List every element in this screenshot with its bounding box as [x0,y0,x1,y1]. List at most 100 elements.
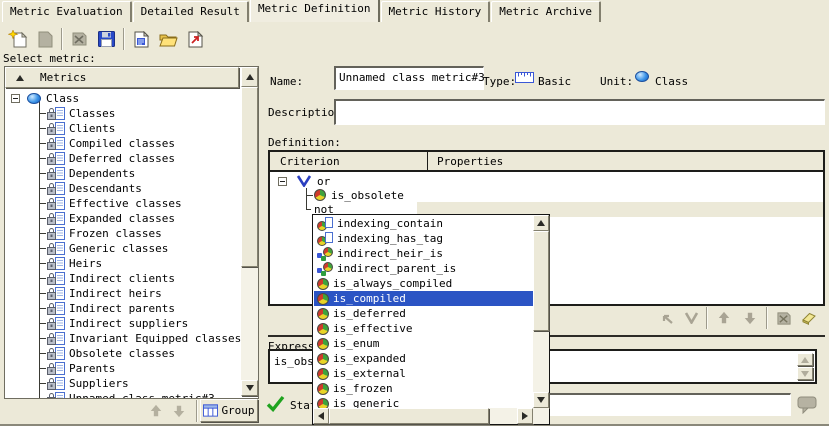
tree-item[interactable]: Invariant Equipped classes [5,331,239,346]
duplicate-metric-icon [37,31,53,48]
tree-item[interactable]: Effective classes [5,196,239,211]
delete-criterion-button[interactable] [771,311,797,326]
tree-item[interactable]: Indirect heirs [5,286,239,301]
dropdown-scroll-down-button[interactable] [533,392,549,408]
tree-item[interactable]: Suppliers [5,376,239,391]
tree-item[interactable]: Descendants [5,181,239,196]
tree-item-label: Parents [69,362,115,375]
dropdown-scroll-left-button[interactable] [313,408,329,424]
description-input[interactable] [334,99,825,125]
dropdown-scrollbar-corner [533,408,549,424]
column-divider[interactable] [427,152,428,170]
dropdown-hscroll-thumb[interactable] [329,408,489,424]
dropdown-item-label: is_enum [333,337,379,350]
collapse-minus-icon[interactable] [278,177,287,186]
metric-lock-doc-icon [47,302,65,315]
move-criterion-down-button[interactable] [737,311,763,325]
tree-item[interactable]: Heirs [5,256,239,271]
tree-item[interactable]: Obsolete classes [5,346,239,361]
export-metric-button[interactable] [182,26,209,52]
metric-lock-doc-icon [47,332,65,345]
tree-vertical-scrollbar[interactable] [241,67,258,396]
metric-lock-doc-icon [47,167,65,180]
pie-icon [317,323,329,335]
tree-header-metrics[interactable]: Metrics [5,67,239,88]
save-metric-button[interactable] [93,26,120,52]
unit-label: Unit: [600,75,633,88]
tree-item[interactable]: Expanded classes [5,211,239,226]
erase-criterion-button[interactable] [797,311,821,325]
open-folder-button[interactable] [155,26,182,52]
tree-scroll-up-button[interactable] [241,67,258,87]
name-input[interactable]: Unnamed class metric#3 [334,66,484,90]
tab-detailed-result[interactable]: Detailed Result [133,1,249,22]
collapse-minus-icon[interactable] [11,94,20,103]
type-value: Basic [538,75,571,88]
tab-metric-evaluation[interactable]: Metric Evaluation [2,1,132,22]
dropdown-item[interactable]: is_deferred [314,306,533,321]
expression-scroll-down-button[interactable] [797,367,813,380]
tab-metric-history[interactable]: Metric History [381,1,491,22]
dropdown-item[interactable]: is_effective [314,321,533,336]
pie-arrows-icon [317,247,333,261]
dropdown-scroll-right-button[interactable] [517,408,533,424]
tree-item[interactable]: Indirect suppliers [5,316,239,331]
tree-item[interactable]: Clients [5,121,239,136]
dropdown-item[interactable]: indexing_contain [314,216,533,231]
delete-doc-icon [776,311,792,326]
dropdown-item[interactable]: indexing_has_tag [314,231,533,246]
tab-metric-archive[interactable]: Metric Archive [491,1,601,22]
tree-item-class[interactable]: Class [5,91,239,106]
move-criterion-up-button[interactable] [711,311,737,325]
criterion-row-is-obsolete[interactable]: is_obsolete [270,188,404,202]
tree-item[interactable]: Frozen classes [5,226,239,241]
tree-item[interactable]: Indirect parents [5,301,239,316]
tree-item[interactable]: Parents [5,361,239,376]
tree-item[interactable]: Indirect clients [5,271,239,286]
tab-metric-definition[interactable]: Metric Definition [250,0,380,22]
dropdown-item[interactable]: is_expanded [314,351,533,366]
dropdown-item-label: indirect_parent_is [337,262,456,275]
definition-label: Definition: [268,136,341,149]
criterion-column-header[interactable]: Criterion [280,155,340,168]
dropdown-item[interactable]: indirect_parent_is [314,261,533,276]
tree-scroll-thumb[interactable] [241,87,258,267]
move-metric-down-button[interactable] [169,401,189,420]
duplicate-metric-button[interactable] [31,26,58,52]
comment-bubble-icon[interactable] [797,396,818,414]
move-metric-up-button[interactable] [146,401,166,420]
dropdown-horizontal-scrollbar[interactable] [313,408,533,424]
dropdown-item[interactable]: indirect_heir_is [314,246,533,261]
sort-ascending-icon [16,75,24,81]
tree-item[interactable]: Classes [5,106,239,121]
group-button[interactable]: Group [200,399,258,422]
dropdown-item-selected[interactable]: is_compiled [314,291,533,306]
tree-item-label: Heirs [69,257,102,270]
delete-metric-button[interactable] [66,26,93,52]
dropdown-scroll-up-button[interactable] [533,215,549,231]
pie-arrows-icon [317,262,333,276]
tree-item[interactable]: Dependents [5,166,239,181]
dropdown-scroll-thumb[interactable] [533,231,549,331]
dropdown-item[interactable]: is_external [314,366,533,381]
tree-item-label: Frozen classes [69,227,162,240]
dropdown-vertical-scrollbar[interactable] [533,215,549,408]
dropdown-item[interactable]: is_always_compiled [314,276,533,291]
dropdown-item[interactable]: is_frozen [314,381,533,396]
tree-item-clipped[interactable]: Unnamed class metric#3 [5,391,239,399]
tab-label: Detailed Result [141,5,240,18]
new-metric-button[interactable] [4,26,31,52]
move-criterion-out-button[interactable] [655,312,679,325]
properties-column-header[interactable]: Properties [437,155,503,168]
tree-scroll-down-button[interactable] [241,380,258,396]
tree-item[interactable]: Compiled classes [5,136,239,151]
metric-file-button[interactable] [128,26,155,52]
tree-item[interactable]: Deferred classes [5,151,239,166]
tab-bar: Metric Evaluation Detailed Result Metric… [0,0,829,22]
tree-item[interactable]: Generic classes [5,241,239,256]
save-metric-icon [98,31,115,47]
change-to-or-button[interactable] [679,312,703,324]
expression-scroll-up-button[interactable] [797,353,813,366]
dropdown-item[interactable]: is_enum [314,336,533,351]
criterion-row-or[interactable]: or [270,174,330,188]
